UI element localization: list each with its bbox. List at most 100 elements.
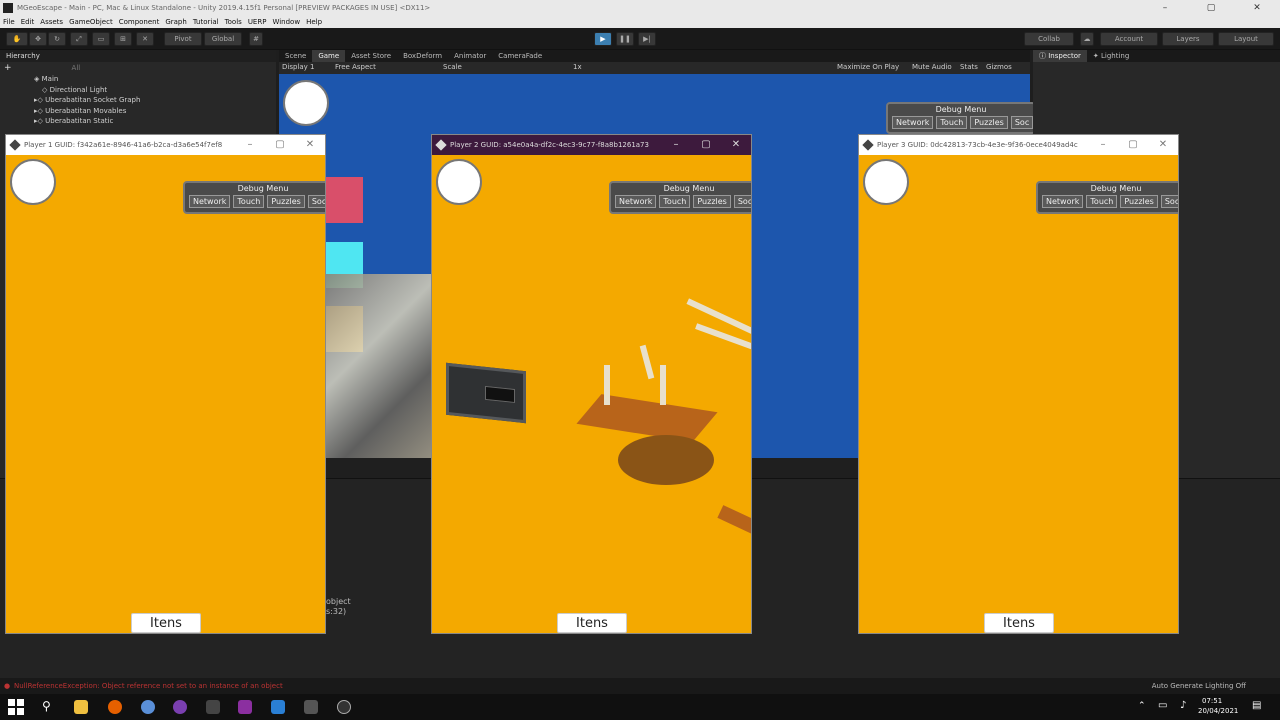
tab-animator[interactable]: Animator [448,50,492,62]
debug-network-button[interactable]: Network [615,195,657,208]
debug-network-button[interactable]: Network [892,116,934,129]
unity-hub-icon[interactable] [206,700,220,714]
scale-value[interactable]: 1x [573,63,582,71]
player-3-titlebar[interactable]: Player 3 GUID: 0dc42813-73cb-4e3e-9f36-0… [859,135,1178,155]
minimize-button[interactable]: – [661,135,691,155]
network-icon[interactable]: ▭ [1158,700,1167,711]
layout-dropdown[interactable]: Layout [1218,32,1274,46]
maximize-button[interactable]: ▢ [265,135,295,155]
joystick-circle[interactable] [436,159,482,205]
joystick-circle[interactable] [863,159,909,205]
items-button[interactable]: Itens [984,613,1054,633]
chevron-up-icon[interactable]: ⌃ [1138,701,1146,711]
debug-touch-button[interactable]: Touch [1086,195,1118,208]
close-button[interactable]: ✕ [1148,135,1178,155]
debug-social-button[interactable]: Soc [733,195,751,208]
hierarchy-tab[interactable]: Hierarchy [0,50,276,62]
custom-tool-icon[interactable]: ✕ [136,32,154,46]
debug-social-button[interactable]: Soc [307,195,325,208]
menu-edit[interactable]: Edit [18,18,38,26]
menu-uerp[interactable]: UERP [245,18,270,26]
hand-tool-icon[interactable]: ✋ [6,32,28,46]
close-button[interactable]: ✕ [1234,0,1280,16]
app-icon[interactable] [173,700,187,714]
unity-icon[interactable] [304,700,318,714]
file-explorer-icon[interactable] [74,700,88,714]
joystick-circle[interactable] [283,80,329,126]
stats-toggle[interactable]: Stats [960,63,978,71]
mute-audio-toggle[interactable]: Mute Audio [912,63,952,71]
safe-box-object[interactable] [446,362,526,424]
scale-tool-icon[interactable]: ⤢ [70,32,88,46]
maximize-button[interactable]: ▢ [1188,0,1234,16]
maximize-button[interactable]: ▢ [691,135,721,155]
transform-tool-icon[interactable]: ⊞ [114,32,132,46]
add-icon[interactable]: + [4,63,12,73]
rect-tool-icon[interactable]: ▭ [92,32,110,46]
menu-file[interactable]: File [0,18,18,26]
firefox-icon[interactable] [108,700,122,714]
debug-social-button[interactable]: Soc [1010,116,1034,129]
minimize-button[interactable]: – [1088,135,1118,155]
debug-touch-button[interactable]: Touch [936,116,968,129]
tab-lighting[interactable]: ✦ Lighting [1087,50,1135,62]
hierarchy-search-input[interactable]: All [72,64,81,72]
scene-row[interactable]: ◈ Main [0,74,276,85]
tab-camerafade[interactable]: CameraFade [492,50,548,62]
layers-dropdown[interactable]: Layers [1162,32,1214,46]
debug-puzzles-button[interactable]: Puzzles [970,116,1008,129]
step-button[interactable]: ▶| [638,32,656,46]
clock-date[interactable]: 20/04/2021 [1198,707,1238,715]
app-icon[interactable] [238,700,252,714]
grid-snap-icon[interactable]: # [249,32,263,46]
maximize-button[interactable]: ▢ [1118,135,1148,155]
move-tool-icon[interactable]: ✥ [29,32,47,46]
tab-game[interactable]: Game [312,50,346,62]
menu-window[interactable]: Window [269,18,303,26]
debug-network-button[interactable]: Network [1042,195,1084,208]
player-1-titlebar[interactable]: Player 1 GUID: f342a61e-8946-41a6-b2ca-d… [6,135,325,155]
joystick-circle[interactable] [10,159,56,205]
items-button[interactable]: Itens [557,613,627,633]
debug-touch-button[interactable]: Touch [233,195,265,208]
close-button[interactable]: ✕ [295,135,325,155]
player-2-titlebar[interactable]: Player 2 GUID: a54e0a4a-df2c-4ec3-9c77-f… [432,135,751,155]
play-button[interactable]: ▶ [594,32,612,46]
minimize-button[interactable]: – [1142,0,1188,16]
search-icon[interactable]: ⚲ [42,699,51,713]
collab-button[interactable]: Collab [1024,32,1074,46]
vscode-icon[interactable] [271,700,285,714]
aspect-dropdown[interactable]: Free Aspect [335,63,376,71]
pivot-toggle[interactable]: Pivot [164,32,202,46]
debug-network-button[interactable]: Network [189,195,231,208]
menu-tutorial[interactable]: Tutorial [190,18,222,26]
app-icon[interactable] [141,700,155,714]
debug-touch-button[interactable]: Touch [659,195,691,208]
account-dropdown[interactable]: Account [1100,32,1158,46]
debug-puzzles-button[interactable]: Puzzles [693,195,731,208]
menu-tools[interactable]: Tools [222,18,245,26]
debug-puzzles-button[interactable]: Puzzles [1120,195,1158,208]
hierarchy-item[interactable]: ▸◇ Uberabatitan Socket Graph [0,95,276,106]
debug-puzzles-button[interactable]: Puzzles [267,195,305,208]
menu-help[interactable]: Help [303,18,325,26]
tab-inspector[interactable]: ⓘ Inspector [1033,50,1087,62]
pause-button[interactable]: ❚❚ [616,32,634,46]
display-dropdown[interactable]: Display 1 [282,63,314,71]
gizmos-dropdown[interactable]: Gizmos [986,63,1012,71]
volume-icon[interactable]: ♪ [1180,700,1186,711]
menu-assets[interactable]: Assets [37,18,66,26]
status-error-text[interactable]: NullReferenceException: Object reference… [14,678,283,694]
global-toggle[interactable]: Global [204,32,242,46]
tab-asset-store[interactable]: Asset Store [345,50,397,62]
minimize-button[interactable]: – [235,135,265,155]
hierarchy-item[interactable]: ◇ Directional Light [0,85,276,96]
debug-social-button[interactable]: Soc [1160,195,1178,208]
hierarchy-item[interactable]: ▸◇ Uberabatitan Movables [0,106,276,117]
app-icon[interactable] [337,700,351,714]
maximize-on-play-toggle[interactable]: Maximize On Play [837,63,899,71]
close-button[interactable]: ✕ [721,135,751,155]
cloud-icon[interactable]: ☁ [1080,32,1094,46]
menu-gameobject[interactable]: GameObject [66,18,116,26]
tab-boxdeform[interactable]: BoxDeform [397,50,448,62]
